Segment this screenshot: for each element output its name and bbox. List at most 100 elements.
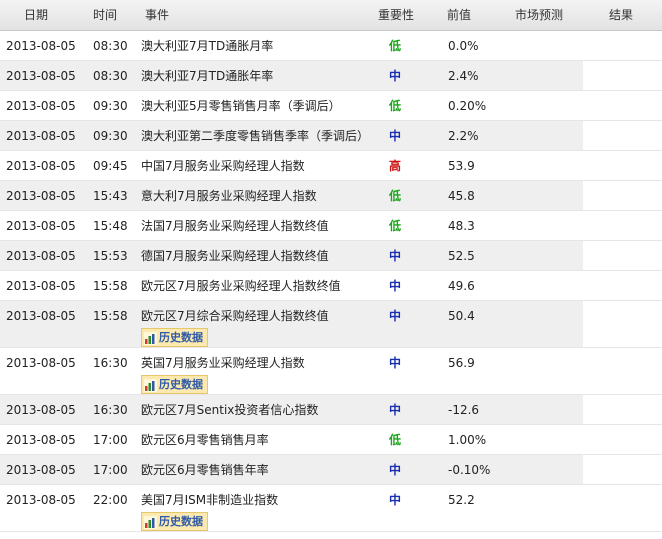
table-row: 2013-08-05 09:30 澳大利亚5月零售销售月率（季调后） 低 0.20% xyxy=(0,91,662,121)
row-previous: 1.00% xyxy=(448,433,487,447)
row-previous: 48.3 xyxy=(448,219,475,233)
row-event: 英国7月服务业采购经理人指数 xyxy=(141,356,305,370)
bar-chart-icon xyxy=(144,331,157,345)
economic-calendar: 日期 时间 事件 重要性 前值 市场预测 结果 2013-08-05 08:30 澳… xyxy=(0,0,662,539)
row-previous: -0.10% xyxy=(448,463,491,477)
row-importance: 低 xyxy=(389,99,402,113)
row-date: 2013-08-05 xyxy=(6,159,76,173)
row-date: 2013-08-05 xyxy=(6,129,76,143)
table-row: 2013-08-05 15:58 欧元区7月综合采购经理人指数终值 中 50.4 历史数据 xyxy=(0,301,662,348)
row-previous: 0.20% xyxy=(448,99,487,113)
row-event: 欧元区6月零售销售年率 xyxy=(141,463,269,477)
row-previous: 2.2% xyxy=(448,129,479,143)
row-event: 欧元区7月服务业采购经理人指数终值 xyxy=(141,279,341,293)
table-row: 2013-08-05 08:30 澳大利亚7月TD通胀月率 低 0.0% xyxy=(0,31,662,61)
row-time: 16:30 xyxy=(93,356,128,370)
row-importance: 中 xyxy=(389,69,402,83)
history-data-label: 历史数据 xyxy=(159,515,203,528)
row-importance: 中 xyxy=(389,356,402,370)
row-importance: 低 xyxy=(389,39,402,53)
row-event: 中国7月服务业采购经理人指数 xyxy=(141,159,305,173)
row-event: 美国7月ISM非制造业指数 xyxy=(141,493,279,507)
row-background xyxy=(0,485,583,531)
row-event: 澳大利亚7月TD通胀月率 xyxy=(141,39,274,53)
table-row: 2013-08-05 17:00 欧元区6月零售销售月率 低 1.00% xyxy=(0,425,662,455)
row-previous: 0.0% xyxy=(448,39,479,53)
row-importance: 低 xyxy=(389,433,402,447)
row-background xyxy=(0,61,583,90)
row-event: 欧元区7月综合采购经理人指数终值 xyxy=(141,309,329,323)
history-data-button[interactable]: 历史数据 xyxy=(141,328,208,347)
row-background xyxy=(0,425,583,454)
row-event: 澳大利亚7月TD通胀年率 xyxy=(141,69,274,83)
table-row: 2013-08-05 15:53 德国7月服务业采购经理人指数终值 中 52.5 xyxy=(0,241,662,271)
row-event: 德国7月服务业采购经理人指数终值 xyxy=(141,249,329,263)
row-previous: 50.4 xyxy=(448,309,475,323)
bar-chart-icon xyxy=(144,378,157,392)
row-event: 澳大利亚第二季度零售销售季率（季调后） xyxy=(141,129,370,143)
row-previous: 49.6 xyxy=(448,279,475,293)
table-header: 日期 时间 事件 重要性 前值 市场预测 结果 xyxy=(0,0,662,31)
row-date: 2013-08-05 xyxy=(6,493,76,507)
row-importance: 中 xyxy=(389,463,402,477)
row-previous: 56.9 xyxy=(448,356,475,370)
row-background xyxy=(0,455,583,484)
table-row: 2013-08-05 22:00 美国7月ISM非制造业指数 中 52.2 历史数据 xyxy=(0,485,662,532)
row-date: 2013-08-05 xyxy=(6,39,76,53)
row-time: 09:30 xyxy=(93,99,128,113)
row-date: 2013-08-05 xyxy=(6,99,76,113)
row-date: 2013-08-05 xyxy=(6,463,76,477)
table-row: 2013-08-05 09:45 中国7月服务业采购经理人指数 高 53.9 xyxy=(0,151,662,181)
table-row: 2013-08-05 16:30 英国7月服务业采购经理人指数 中 56.9 历史数据 xyxy=(0,348,662,395)
header-previous: 前值 xyxy=(447,8,472,22)
row-date: 2013-08-05 xyxy=(6,279,76,293)
header-event: 事件 xyxy=(145,8,170,22)
row-date: 2013-08-05 xyxy=(6,433,76,447)
table-row: 2013-08-05 08:30 澳大利亚7月TD通胀年率 中 2.4% xyxy=(0,61,662,91)
row-date: 2013-08-05 xyxy=(6,219,76,233)
row-previous: 52.2 xyxy=(448,493,475,507)
table-row: 2013-08-05 15:43 意大利7月服务业采购经理人指数 低 45.8 xyxy=(0,181,662,211)
row-date: 2013-08-05 xyxy=(6,403,76,417)
row-time: 08:30 xyxy=(93,69,128,83)
row-previous: 53.9 xyxy=(448,159,475,173)
history-data-button[interactable]: 历史数据 xyxy=(141,375,208,394)
row-date: 2013-08-05 xyxy=(6,309,76,323)
row-previous: -12.6 xyxy=(448,403,480,417)
row-event: 澳大利亚5月零售销售月率（季调后） xyxy=(141,99,341,113)
row-time: 15:53 xyxy=(93,249,128,263)
row-importance: 中 xyxy=(389,309,402,323)
row-time: 15:58 xyxy=(93,279,128,293)
row-time: 15:48 xyxy=(93,219,128,233)
row-event: 法国7月服务业采购经理人指数终值 xyxy=(141,219,329,233)
table-row: 2013-08-05 09:30 澳大利亚第二季度零售销售季率（季调后） 中 2.2% xyxy=(0,121,662,151)
row-time: 15:43 xyxy=(93,189,128,203)
row-time: 17:00 xyxy=(93,463,128,477)
history-data-label: 历史数据 xyxy=(159,378,203,391)
row-importance: 中 xyxy=(389,403,402,417)
row-importance: 中 xyxy=(389,249,402,263)
table-row: 2013-08-05 15:58 欧元区7月服务业采购经理人指数终值 中 49.6 xyxy=(0,271,662,301)
row-importance: 高 xyxy=(389,159,402,173)
row-date: 2013-08-05 xyxy=(6,249,76,263)
history-data-button[interactable]: 历史数据 xyxy=(141,512,208,531)
table-row: 2013-08-05 15:48 法国7月服务业采购经理人指数终值 低 48.3 xyxy=(0,211,662,241)
row-importance: 低 xyxy=(389,219,402,233)
table-body: 2013-08-05 08:30 澳大利亚7月TD通胀月率低 0.0% 2013-08-… xyxy=(0,31,662,532)
row-event: 意大利7月服务业采购经理人指数 xyxy=(141,189,317,203)
row-time: 09:30 xyxy=(93,129,128,143)
row-date: 2013-08-05 xyxy=(6,189,76,203)
row-time: 08:30 xyxy=(93,39,128,53)
row-time: 22:00 xyxy=(93,493,128,507)
row-time: 09:45 xyxy=(93,159,128,173)
header-importance: 重要性 xyxy=(378,8,415,22)
header-result: 结果 xyxy=(609,8,634,22)
header-time: 时间 xyxy=(93,8,118,22)
row-background xyxy=(0,31,583,60)
row-time: 17:00 xyxy=(93,433,128,447)
row-previous: 45.8 xyxy=(448,189,475,203)
row-importance: 中 xyxy=(389,129,402,143)
row-event: 欧元区7月Sentix投资者信心指数 xyxy=(141,403,319,417)
table-row: 2013-08-05 17:00 欧元区6月零售销售年率 中 -0.10% xyxy=(0,455,662,485)
row-importance: 中 xyxy=(389,493,402,507)
